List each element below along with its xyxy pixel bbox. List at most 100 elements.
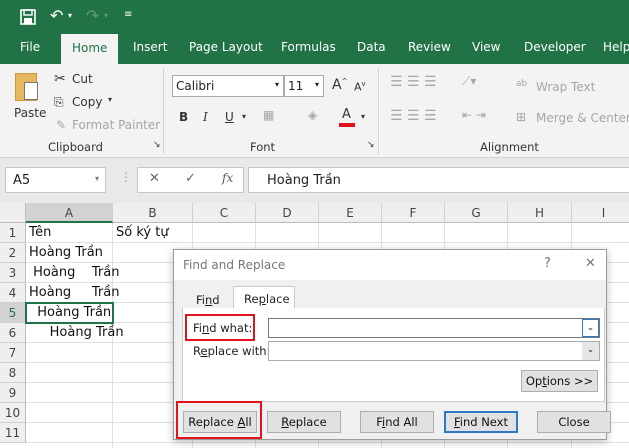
column-header-G[interactable]: G: [445, 203, 508, 223]
dialog-title: Find and Replace: [183, 258, 286, 272]
align-top-icon[interactable]: ☰ ☰ ☰: [390, 74, 437, 90]
copy-icon: ⎘: [54, 95, 64, 109]
cell-A4[interactable]: Hoàng Trần: [26, 283, 119, 303]
tab-data[interactable]: Data: [357, 40, 386, 54]
underline-button[interactable]: U: [225, 110, 234, 124]
chevron-down-icon: ▾: [94, 174, 99, 183]
font-size-value: 11: [288, 79, 304, 93]
help-button[interactable]: ?: [544, 256, 551, 271]
font-color-icon[interactable]: A: [342, 107, 351, 122]
chevron-down-icon[interactable]: ⌄: [582, 342, 599, 360]
undo-dropdown-icon[interactable]: ▾: [68, 11, 72, 20]
column-header-D[interactable]: D: [256, 203, 319, 223]
find-all-button[interactable]: Find All: [360, 411, 434, 433]
wrap-text-icon: ab: [516, 79, 528, 89]
close-button[interactable]: Close: [537, 411, 611, 433]
column-header-I[interactable]: I: [572, 203, 629, 223]
row-header-8[interactable]: 8: [0, 363, 26, 383]
underline-dropdown-icon[interactable]: ▾: [242, 112, 246, 121]
row-header-3[interactable]: 3: [0, 263, 26, 283]
row-header-10[interactable]: 10: [0, 403, 26, 423]
column-header-E[interactable]: E: [319, 203, 382, 223]
undo-icon[interactable]: ↶: [50, 6, 63, 25]
cell-B1[interactable]: Số ký tự: [113, 223, 169, 243]
copy-dropdown-icon[interactable]: ▾: [108, 95, 112, 104]
font-name-value: Calibri: [176, 79, 215, 93]
enter-icon[interactable]: ✓: [185, 171, 196, 186]
tab-home[interactable]: Home: [61, 34, 119, 64]
replace-with-label: Replace with:: [193, 344, 271, 358]
cancel-icon[interactable]: ✕: [149, 171, 160, 186]
copy-button[interactable]: Copy: [72, 95, 102, 109]
orientation-icon[interactable]: ⟋▾: [462, 74, 476, 89]
select-all-button[interactable]: [0, 203, 26, 223]
cut-icon: ✂: [54, 71, 66, 87]
font-color-dropdown-icon[interactable]: ▾: [361, 112, 365, 121]
merge-center-button[interactable]: Merge & Center: [536, 111, 629, 125]
tab-formulas[interactable]: Formulas: [281, 40, 336, 54]
chevron-down-icon[interactable]: ⌄: [582, 319, 599, 337]
decrease-font-icon[interactable]: Av: [354, 80, 366, 94]
wrap-text-button[interactable]: Wrap Text: [536, 80, 595, 94]
font-name-select[interactable]: Calibri ▾: [172, 75, 284, 97]
tab-find[interactable]: Find: [196, 293, 220, 307]
tab-replace[interactable]: Replace: [233, 286, 295, 309]
merge-icon: ⊞: [516, 110, 527, 124]
cut-button[interactable]: Cut: [72, 72, 93, 86]
paste-icon[interactable]: [15, 73, 38, 101]
formula-value: Hoàng Trần: [267, 173, 341, 188]
format-painter-button: Format Painter: [72, 118, 161, 132]
font-size-select[interactable]: 11 ▾: [284, 75, 324, 97]
tab-page-layout[interactable]: Page Layout: [189, 40, 263, 54]
fill-color-icon[interactable]: ◈: [308, 108, 317, 122]
align-left-icon[interactable]: ☰ ☰ ☰: [390, 108, 437, 124]
find-next-button[interactable]: Find Next: [444, 411, 518, 433]
cell-A1[interactable]: Tên: [26, 223, 51, 243]
insert-function-icon[interactable]: fx: [222, 171, 233, 185]
name-box[interactable]: A5 ▾: [5, 167, 106, 193]
row-header-1[interactable]: 1: [0, 223, 26, 243]
cell-A2[interactable]: Hoàng Trần: [26, 243, 103, 263]
replace-with-input[interactable]: ⌄: [268, 341, 600, 361]
formula-input[interactable]: Hoàng Trần: [248, 167, 629, 193]
tab-developer[interactable]: Developer: [524, 40, 586, 54]
column-header-B[interactable]: B: [113, 203, 193, 223]
tab-help[interactable]: Help: [603, 40, 629, 54]
close-icon[interactable]: ✕: [585, 256, 596, 271]
redo-icon: ↷: [86, 6, 100, 25]
replace-button[interactable]: Replace: [267, 411, 341, 433]
row-header-7[interactable]: 7: [0, 343, 26, 363]
indent-icon[interactable]: ⇤ ⇥: [462, 108, 486, 122]
row-header-5[interactable]: 5: [0, 303, 26, 323]
customize-icon[interactable]: ≡: [124, 9, 132, 20]
paste-button[interactable]: Paste: [14, 106, 46, 120]
column-header-C[interactable]: C: [193, 203, 256, 223]
tab-file[interactable]: File: [20, 40, 40, 54]
cell-A6[interactable]: Hoàng Trần: [26, 323, 124, 343]
tab-view[interactable]: View: [472, 40, 500, 54]
find-what-input[interactable]: ⌄: [268, 318, 600, 338]
row-header-6[interactable]: 6: [0, 323, 26, 343]
increase-font-icon[interactable]: A^: [332, 77, 347, 93]
options-button[interactable]: Options >>: [521, 370, 598, 392]
clipboard-launcher-icon[interactable]: ↘: [153, 140, 161, 150]
font-launcher-icon[interactable]: ↘: [367, 140, 375, 150]
bold-button[interactable]: B: [179, 110, 188, 124]
column-header-F[interactable]: F: [382, 203, 445, 223]
gridline: [26, 442, 629, 443]
row-header-2[interactable]: 2: [0, 243, 26, 263]
grip-icon: ⋮: [120, 170, 132, 184]
tab-insert[interactable]: Insert: [133, 40, 167, 54]
name-box-value: A5: [13, 173, 31, 188]
italic-button[interactable]: I: [203, 110, 208, 124]
column-header-A[interactable]: A: [26, 203, 113, 223]
chevron-down-icon: ▾: [274, 80, 279, 89]
tab-review[interactable]: Review: [408, 40, 451, 54]
row-header-4[interactable]: 4: [0, 283, 26, 303]
row-header-9[interactable]: 9: [0, 383, 26, 403]
cell-A3[interactable]: Hoàng Trần: [26, 263, 119, 283]
highlight-box: [176, 401, 262, 439]
row-header-11[interactable]: 11: [0, 423, 26, 443]
column-header-H[interactable]: H: [508, 203, 572, 223]
save-icon[interactable]: [20, 9, 36, 25]
